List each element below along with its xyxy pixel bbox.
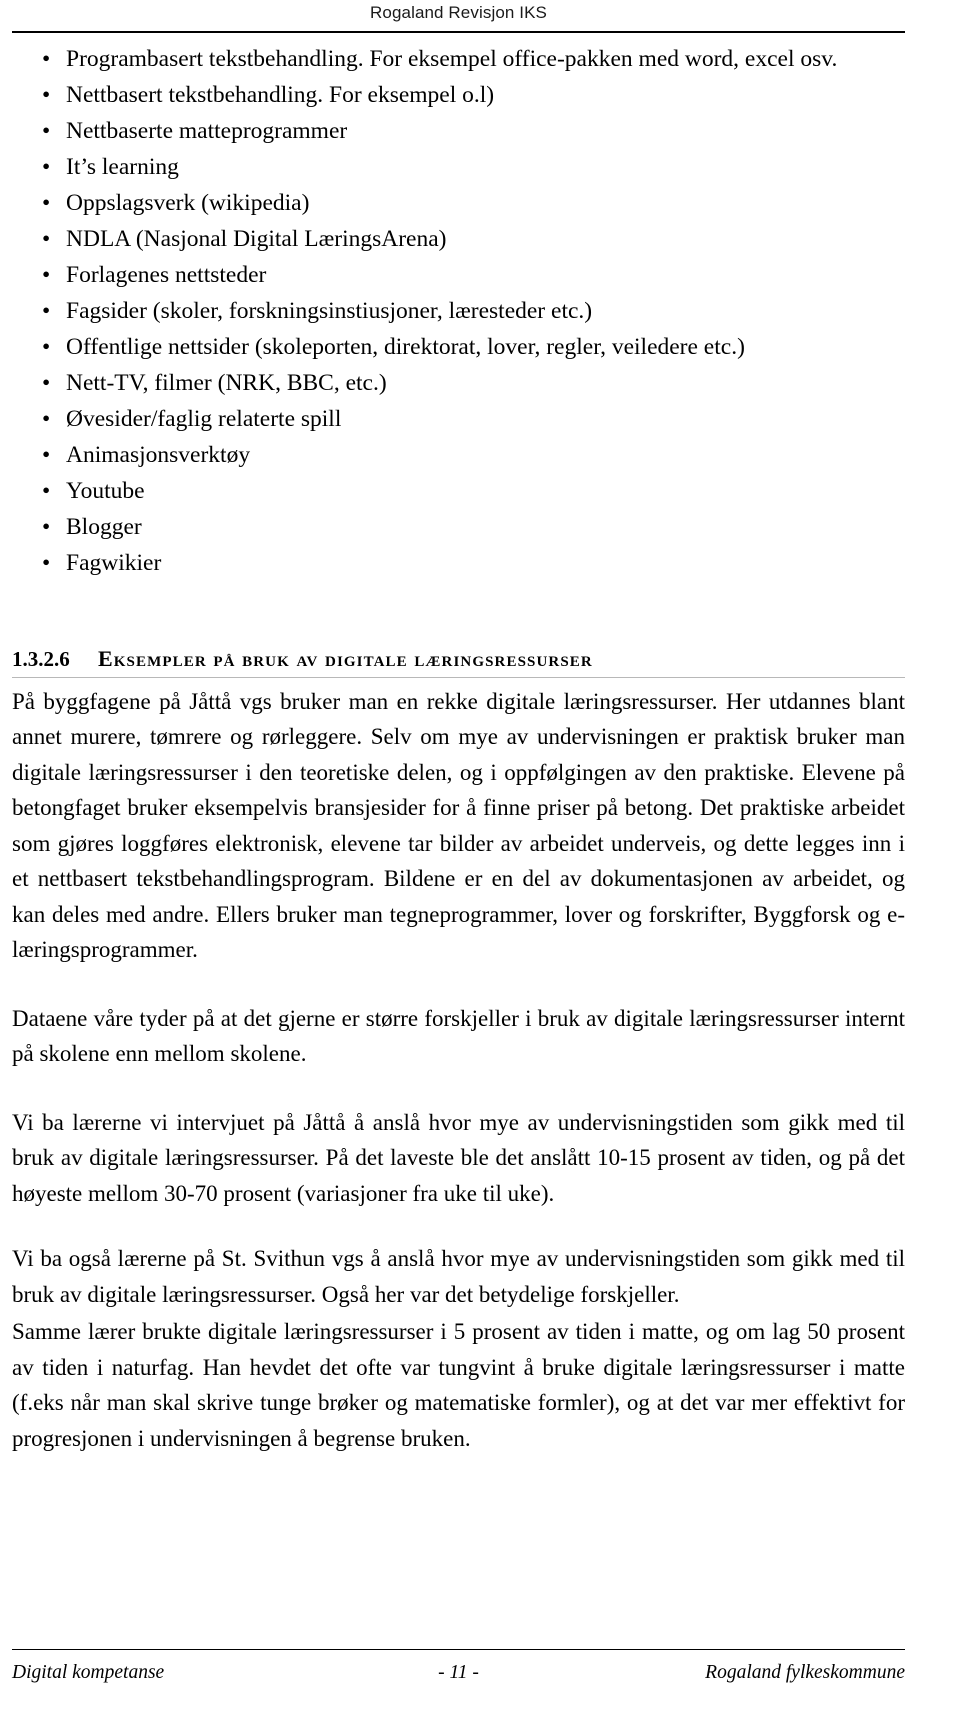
bullet-icon: • — [42, 46, 51, 72]
list-item: • Nett-TV, filmer (NRK, BBC, etc.) — [12, 366, 905, 402]
bullet-icon: • — [42, 298, 51, 324]
bullet-icon: • — [42, 334, 51, 360]
list-item-label: Blogger — [66, 514, 142, 540]
paragraph: Vi ba også lærerne på St. Svithun vgs å … — [12, 1246, 905, 1307]
list-item: • Nettbaserte matteprogrammer — [12, 114, 905, 150]
page-footer: Digital kompetanse - 11 - Rogaland fylke… — [12, 1660, 905, 1686]
bullet-icon: • — [42, 550, 51, 576]
bullet-icon: • — [42, 442, 51, 468]
list-item: • Fagwikier — [12, 546, 905, 582]
list-item-label: Oppslagsverk (wikipedia) — [66, 190, 310, 216]
list-item-label: Animasjonsverktøy — [66, 442, 251, 468]
footer-divider — [12, 1649, 905, 1650]
list-item: • Offentlige nettsider (skoleporten, dir… — [12, 330, 905, 366]
list-item-label: Nett-TV, filmer (NRK, BBC, etc.) — [66, 370, 387, 396]
paragraph: På byggfagene på Jåttå vgs bruker man en… — [12, 688, 905, 963]
bullet-icon: • — [42, 478, 51, 504]
section-heading: 1.3.2.6 Eksempler på bruk av digitale lær… — [12, 646, 905, 678]
list-item: • It’s learning — [12, 150, 905, 186]
footer-right-label: Rogaland fylkeskommune — [705, 1662, 905, 1683]
list-item-label: Programbasert tekstbehandling. For eksem… — [66, 46, 838, 72]
list-item: • Fagsider (skoler, forskningsinstiusjon… — [12, 294, 905, 330]
section-number: 1.3.2.6 — [12, 646, 70, 671]
bullet-icon: • — [42, 226, 51, 252]
bullet-icon: • — [42, 82, 51, 108]
list-item-label: Øvesider/faglig relaterte spill — [66, 406, 342, 432]
list-item: • Oppslagsverk (wikipedia) — [12, 186, 905, 222]
list-item: • Youtube — [12, 474, 905, 510]
list-item-label: Fagwikier — [66, 550, 162, 576]
list-item-label: Fagsider (skoler, forskningsinstiusjoner… — [66, 298, 593, 324]
digital-resources-list: • Programbasert tekstbehandling. For eks… — [12, 42, 905, 582]
paragraph: Vi ba lærerne vi intervjuet på Jåttå å a… — [12, 1109, 905, 1206]
header-divider — [12, 31, 905, 33]
list-item-label: Forlagenes nettsteder — [66, 262, 267, 288]
list-item-label: Youtube — [66, 478, 145, 504]
section-title: Eksempler på bruk av digitale læringsres… — [98, 645, 593, 671]
running-header: Rogaland Revisjon IKS — [370, 3, 547, 22]
list-item: • Øvesider/faglig relaterte spill — [12, 402, 905, 438]
bullet-icon: • — [42, 262, 51, 288]
bullet-icon: • — [42, 190, 51, 216]
page-content: • Programbasert tekstbehandling. For eks… — [12, 42, 905, 1456]
bullet-icon: • — [42, 406, 51, 432]
list-item: • Nettbasert tekstbehandling. For eksemp… — [12, 78, 905, 114]
bullet-icon: • — [42, 370, 51, 396]
list-item-label: Offentlige nettsider (skoleporten, direk… — [66, 334, 745, 360]
list-item-label: Nettbasert tekstbehandling. For eksempel… — [66, 82, 495, 108]
bullet-icon: • — [42, 154, 51, 180]
list-item: • Blogger — [12, 510, 905, 546]
bullet-icon: • — [42, 118, 51, 144]
list-item: • Forlagenes nettsteder — [12, 258, 905, 294]
list-item: • Programbasert tekstbehandling. For eks… — [12, 42, 905, 78]
footer-left-label: Digital kompetanse — [12, 1662, 165, 1683]
list-item-label: Nettbaserte matteprogrammer — [66, 118, 348, 144]
paragraph: Samme lærer brukte digitale læringsressu… — [12, 1319, 905, 1451]
list-item: • NDLA (Nasjonal Digital LæringsArena) — [12, 222, 905, 258]
document-page: Rogaland Revisjon IKS • Programbasert te… — [0, 0, 960, 1719]
list-item-label: It’s learning — [66, 154, 179, 180]
list-item-label: NDLA (Nasjonal Digital LæringsArena) — [66, 226, 447, 252]
list-item: • Animasjonsverktøy — [12, 438, 905, 474]
paragraph: Dataene våre tyder på at det gjerne er s… — [12, 1005, 905, 1067]
bullet-icon: • — [42, 514, 51, 540]
